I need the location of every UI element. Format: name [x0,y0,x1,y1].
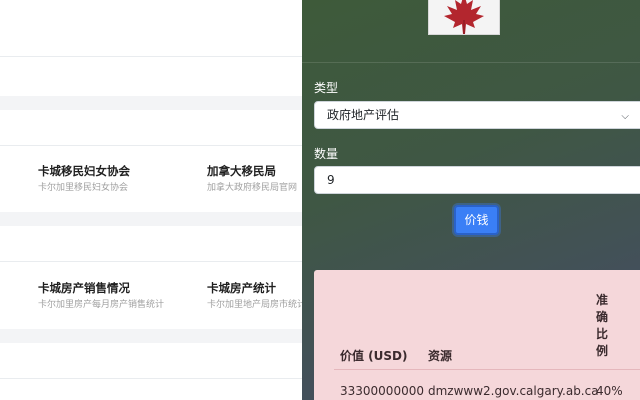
link-title: 卡城移民妇女协会 [38,164,130,178]
type-label: 类型 [314,81,339,95]
link-title: 卡城房产统计 [207,281,276,295]
column-header-accuracy: 准 确 比 例 [596,292,610,360]
divider [302,62,640,63]
column-header-source: 资源 [428,349,453,363]
link-title: 卡城房产销售情况 [38,281,130,295]
cell-accuracy: 40% [596,384,623,398]
row-divider [334,369,640,370]
quantity-input[interactable]: 9 [314,166,640,194]
maple-leaf-icon [444,0,484,34]
calculator-panel: 类型 政府地产评估 ⌵ 数量 9 价钱 价值 (USD) 资源 准 确 比 例 … [302,0,640,400]
quantity-label: 数量 [314,147,339,161]
header-char: 确 [596,310,609,324]
header-char: 例 [596,344,609,358]
results-table: 价值 (USD) 资源 准 确 比 例 33300000000 dmzwww2.… [314,270,640,400]
background-page: 卡城移民妇女协会 卡尔加里移民妇女协会 加拿大移民局 加拿大政府移民局官网 卡城… [0,0,302,400]
link-subtitle: 卡尔加里房产每月房产销售统计 [38,300,165,310]
divider [0,145,302,146]
type-select-value: 政府地产评估 [327,108,400,122]
link-subtitle: 卡尔加里移民妇女协会 [38,183,129,193]
header-char: 比 [596,327,609,341]
link-subtitle: 卡尔加里地产局房市统计 [207,300,302,310]
type-select[interactable]: 政府地产评估 ⌵ [314,101,640,129]
section-gap [0,96,302,110]
quantity-value: 9 [327,173,335,187]
section-gap [0,329,302,343]
divider [0,378,302,379]
link-title: 加拿大移民局 [207,164,276,178]
header-char: 准 [596,293,609,307]
cell-source: dmzwww2.gov.calgary.ab.ca [428,384,599,398]
column-header-value: 价值 (USD) [340,349,408,363]
section-gap [0,212,302,226]
link-subtitle: 加拿大政府移民局官网 [207,183,298,193]
logo [428,0,500,35]
divider [0,56,302,57]
divider [0,261,302,262]
chevron-down-icon: ⌵ [621,111,629,122]
cell-value: 33300000000 [340,384,424,398]
calculate-button[interactable]: 价钱 [454,205,499,235]
